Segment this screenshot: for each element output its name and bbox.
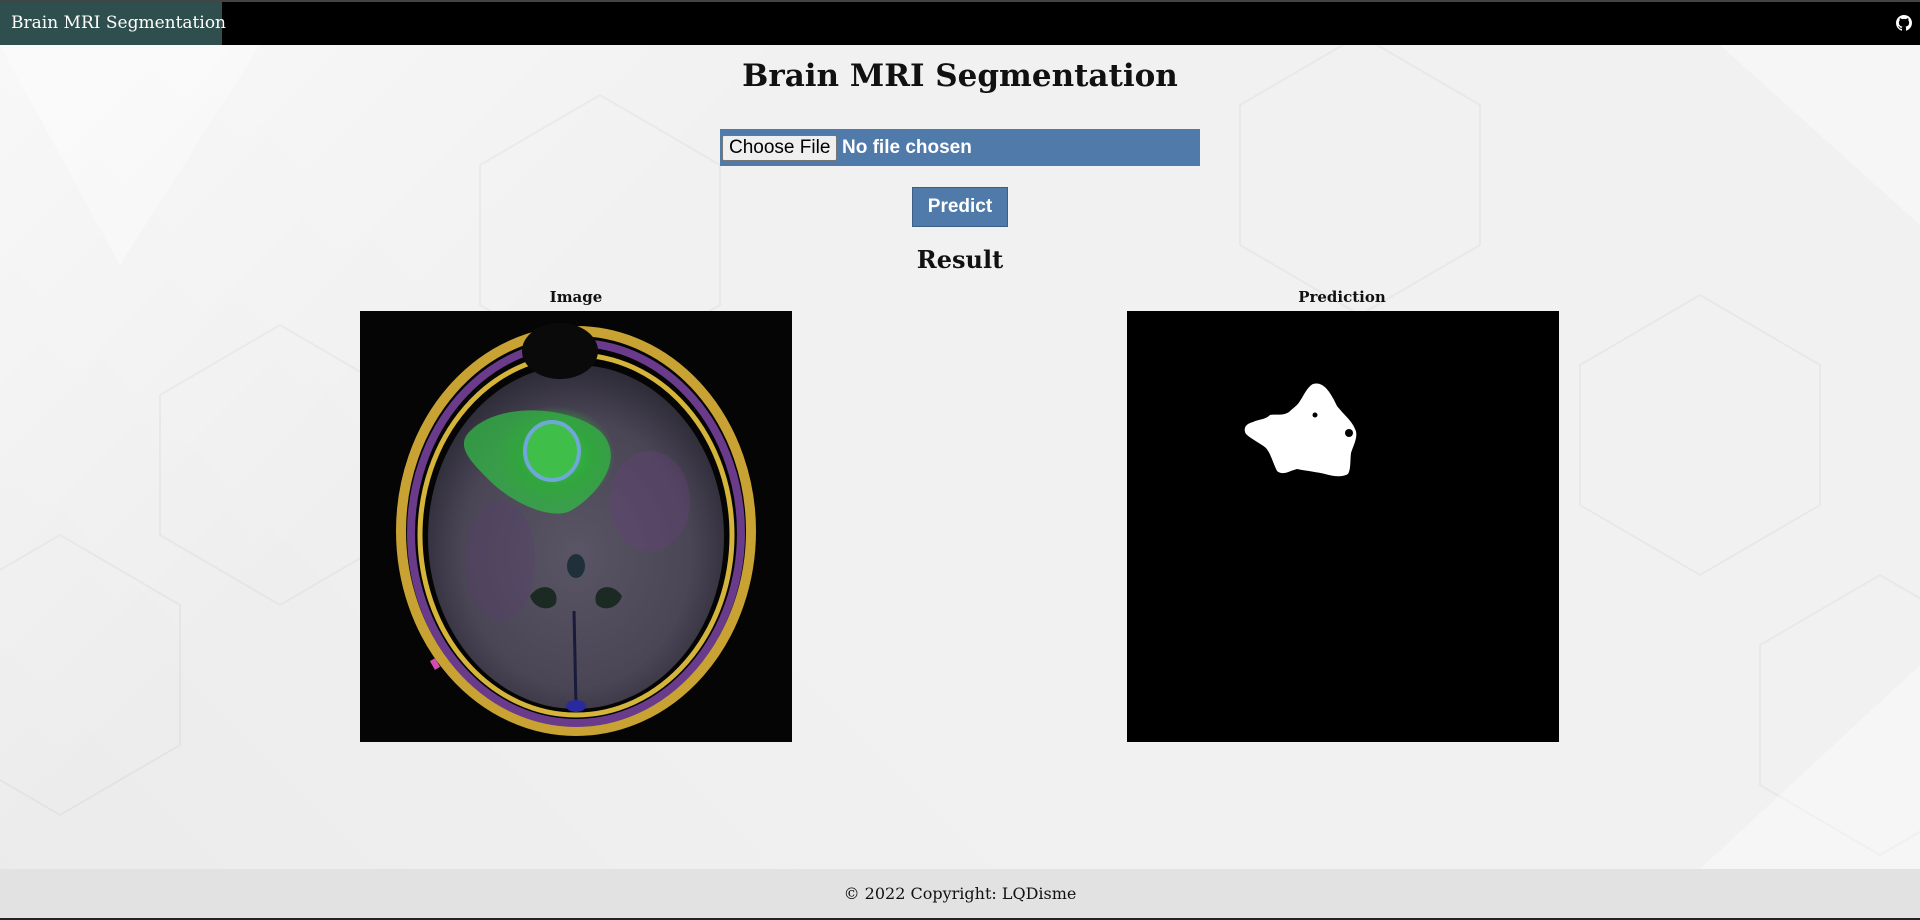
- navbar: Brain MRI Segmentation: [0, 0, 1920, 45]
- navbar-brand[interactable]: Brain MRI Segmentation: [0, 2, 226, 45]
- image-caption: Image: [549, 288, 603, 306]
- prediction-caption: Prediction: [1298, 288, 1386, 306]
- background-decoration: [0, 45, 1920, 869]
- github-icon[interactable]: [1896, 15, 1912, 31]
- file-status-text: No file chosen: [842, 137, 972, 158]
- choose-file-button[interactable]: Choose File: [722, 135, 838, 161]
- page-title: Brain MRI Segmentation: [742, 58, 1178, 94]
- file-input[interactable]: Choose File No file chosen: [720, 129, 1200, 166]
- footer-copyright: © 2022 Copyright: LQDisme: [843, 884, 1077, 903]
- mri-image: [360, 311, 792, 742]
- result-heading: Result: [916, 245, 1004, 274]
- hexagon-pattern: [0, 45, 1920, 869]
- prediction-mask: [1127, 311, 1559, 742]
- footer: © 2022 Copyright: LQDisme: [0, 869, 1920, 918]
- predict-button[interactable]: Predict: [912, 187, 1008, 227]
